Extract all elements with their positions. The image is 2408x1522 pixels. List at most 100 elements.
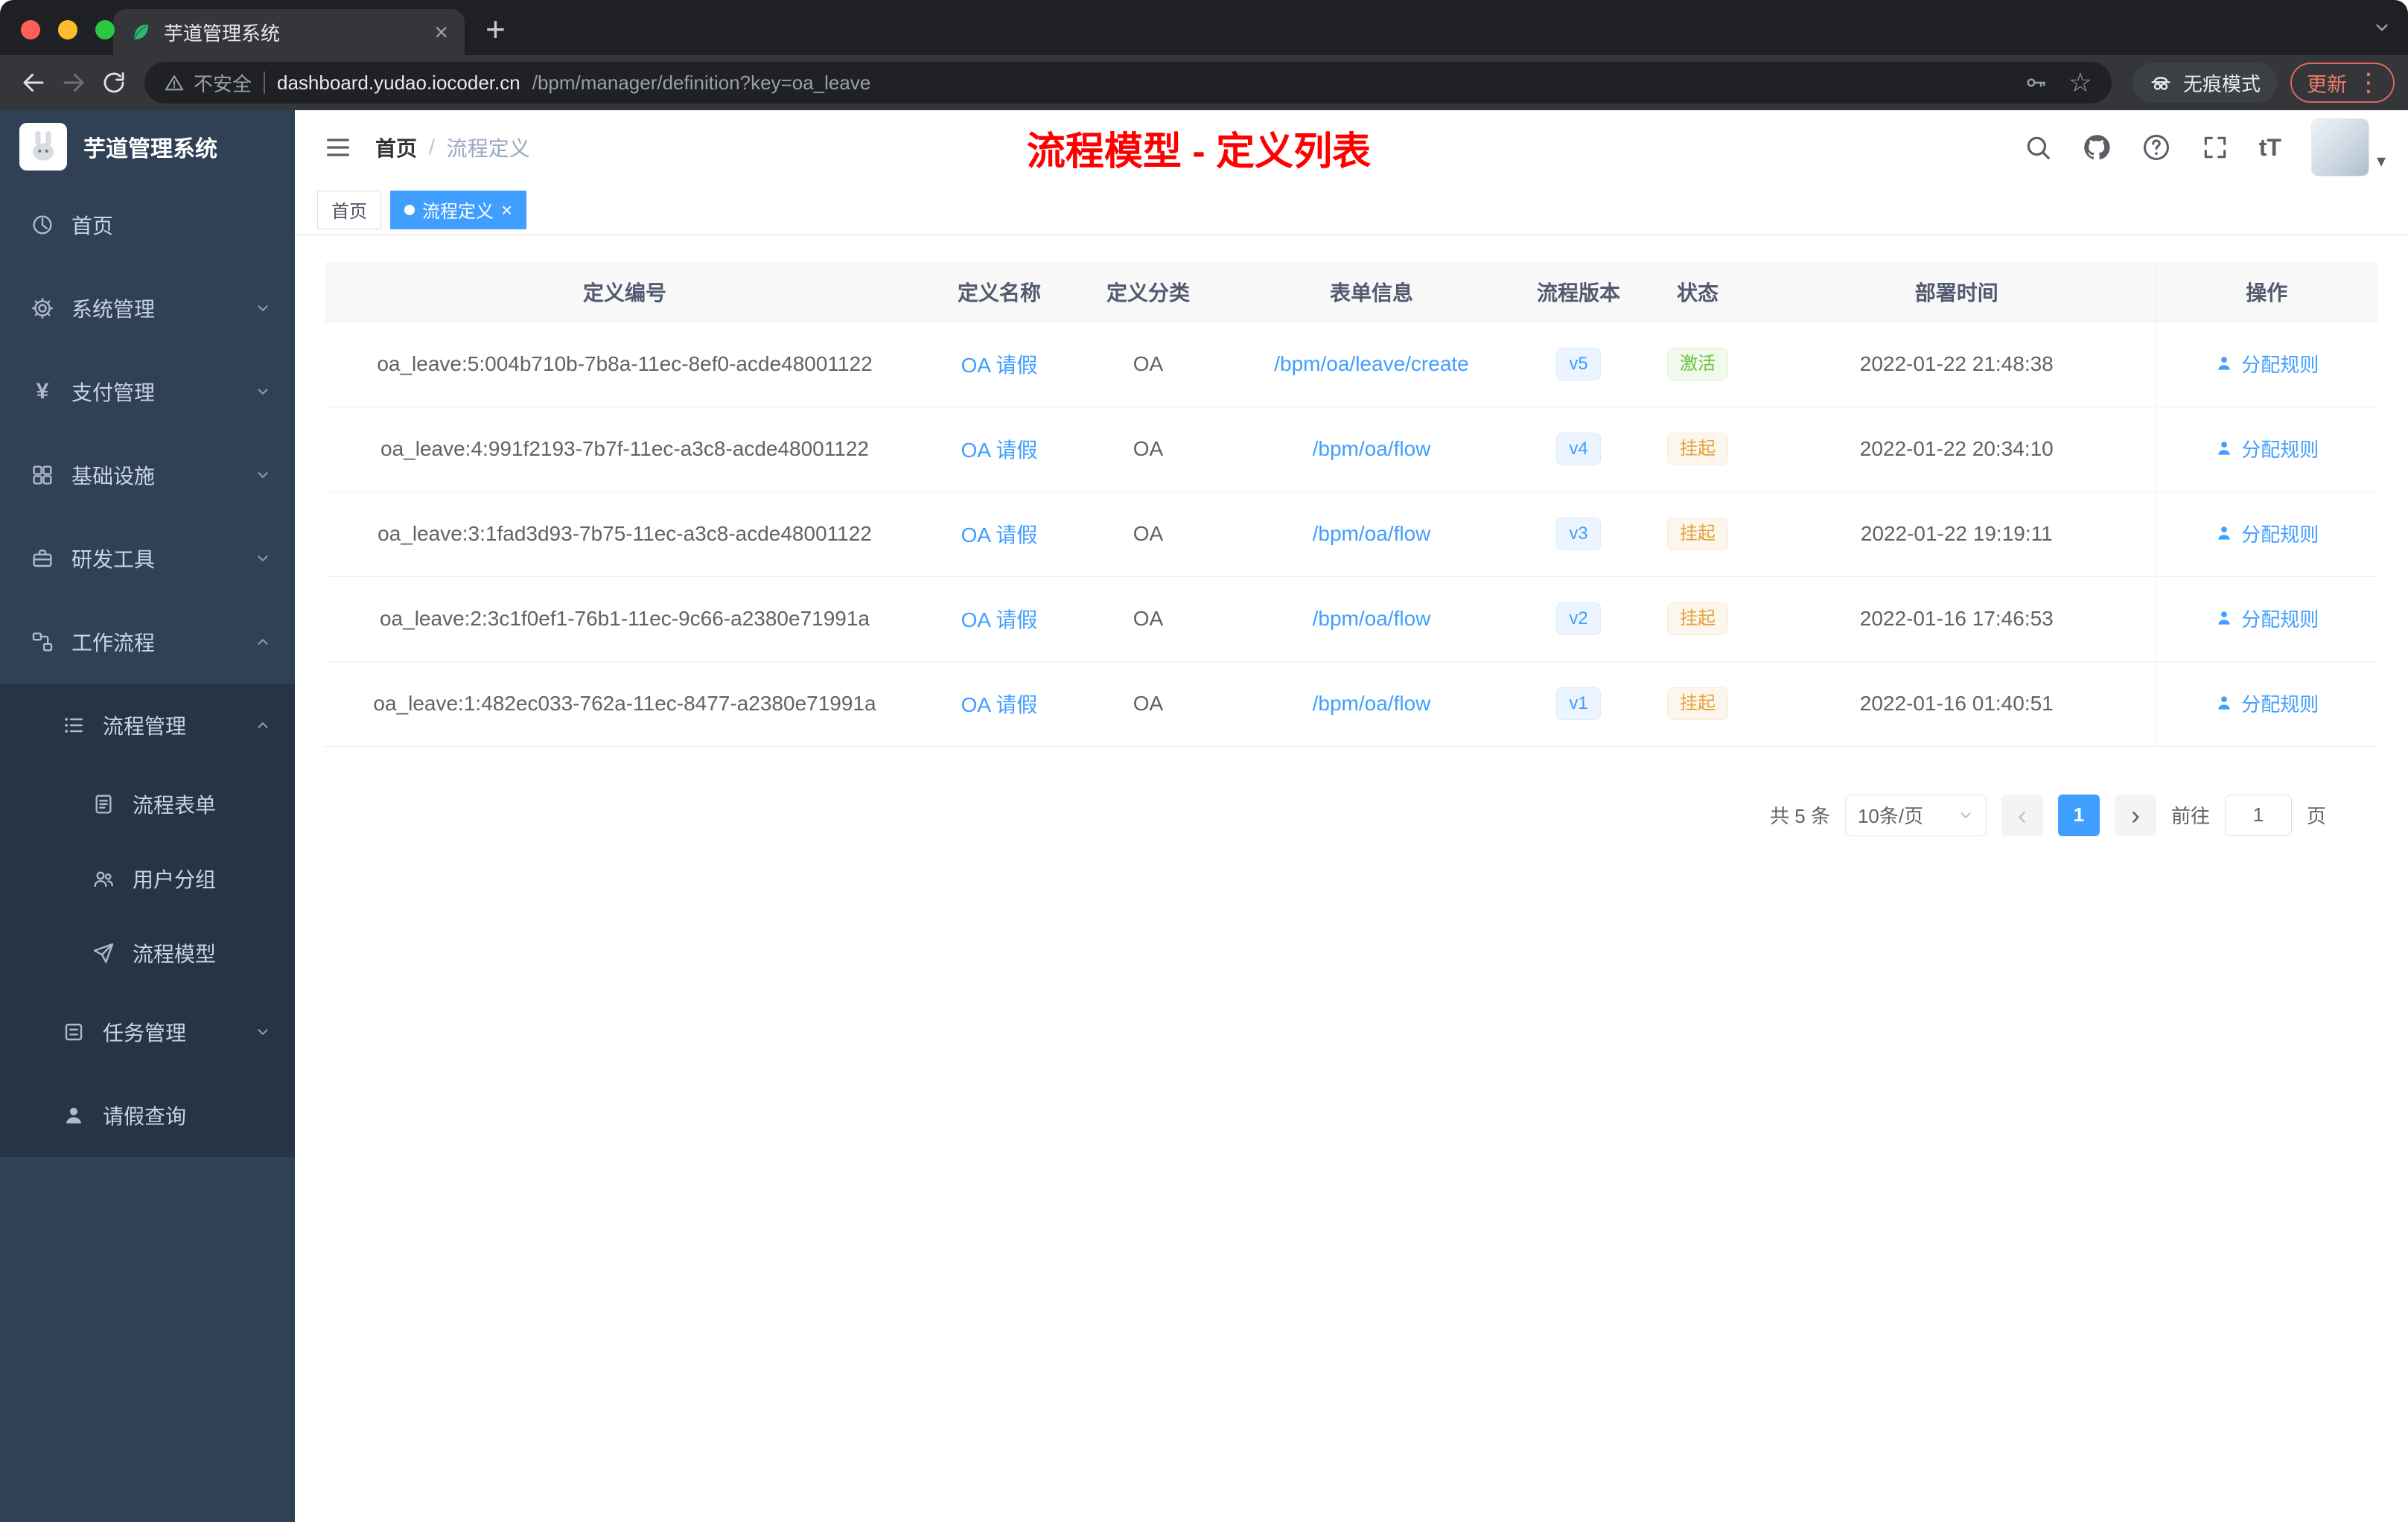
assign-rule-button[interactable]: 分配规则 [2214, 690, 2319, 717]
assign-rule-button[interactable]: 分配规则 [2214, 605, 2319, 632]
browser-toolbar: 不安全 dashboard.yudao.iocoder.cn /bpm/mana… [0, 55, 2408, 110]
sidebar-item-home[interactable]: 首页 [0, 183, 295, 267]
tab-search-chevron-icon[interactable] [2372, 18, 2392, 37]
column-header-name: 定义名称 [925, 262, 1074, 322]
assign-rule-button[interactable]: 分配规则 [2214, 435, 2319, 462]
cell-category: OA [1074, 491, 1223, 577]
chevron-up-icon [255, 717, 271, 733]
chevron-up-icon [255, 634, 271, 650]
infrastructure-icon [30, 462, 55, 488]
tab-close-icon[interactable]: × [434, 20, 448, 44]
sidebar-item-process-management[interactable]: 流程管理 [0, 684, 295, 767]
assign-rule-button[interactable]: 分配规则 [2214, 350, 2319, 378]
sidebar-logo-row[interactable]: 芋道管理系统 [0, 110, 295, 183]
tags-view: 首页 流程定义 × [295, 185, 2408, 235]
app-title: 芋道管理系统 [83, 137, 217, 162]
sidebar-item-workflow[interactable]: 工作流程 [0, 600, 295, 684]
sidebar-item-user-group[interactable]: 用户分组 [0, 841, 295, 916]
back-button[interactable] [13, 63, 54, 103]
form-link[interactable]: /bpm/oa/flow [1313, 692, 1431, 715]
page-size-select[interactable]: 10条/页 [1844, 794, 1987, 836]
goto-page-input[interactable] [2224, 794, 2292, 836]
chevron-down-icon [255, 300, 271, 316]
column-header-status: 状态 [1637, 262, 1759, 322]
incognito-label: 无痕模式 [2182, 72, 2261, 95]
sidebar-item-dev-tools[interactable]: 研发工具 [0, 517, 295, 600]
tab-favicon-icon [130, 21, 152, 43]
sidebar-item-process-form[interactable]: 流程表单 [0, 767, 295, 841]
address-bar[interactable]: 不安全 dashboard.yudao.iocoder.cn /bpm/mana… [144, 62, 2112, 104]
tag-process-definition[interactable]: 流程定义 × [390, 190, 527, 229]
definition-name-link[interactable]: OA 请假 [961, 693, 1038, 716]
version-badge: v3 [1556, 517, 1601, 551]
content-area: 定义编号 定义名称 定义分类 表单信息 流程版本 状态 部署时间 操作 oa_l… [295, 235, 2408, 1522]
caret-down-icon: ▾ [2376, 151, 2386, 171]
github-icon[interactable] [2082, 133, 2112, 162]
tag-label: 首页 [331, 202, 367, 222]
next-page-button[interactable]: › [2114, 794, 2156, 836]
tag-home[interactable]: 首页 [317, 190, 381, 229]
sidebar-item-payment[interactable]: ¥ 支付管理 [0, 350, 295, 433]
definition-name-link[interactable]: OA 请假 [961, 608, 1038, 631]
table-row: oa_leave:5:004b710b-7b8a-11ec-8ef0-acde4… [325, 322, 2378, 407]
reload-button[interactable] [94, 63, 134, 103]
table-row: oa_leave:4:991f2193-7b7f-11ec-a3c8-acde4… [325, 407, 2378, 492]
current-page-button[interactable]: 1 [2057, 794, 2100, 836]
sidebar-item-label: 任务管理 [103, 1022, 187, 1045]
maximize-window-button[interactable] [95, 20, 115, 39]
minimize-window-button[interactable] [58, 20, 77, 39]
bookmark-star-icon[interactable]: ☆ [2068, 69, 2092, 96]
assign-rule-label: 分配规则 [2241, 438, 2319, 461]
dashboard-icon [30, 212, 55, 238]
user-group-icon [91, 866, 116, 891]
definition-name-link[interactable]: OA 请假 [961, 354, 1038, 377]
browser-update-button[interactable]: 更新 ⋮ [2290, 63, 2395, 103]
page-unit-label: 页 [2306, 805, 2326, 827]
new-tab-button[interactable]: + [485, 12, 506, 46]
sidebar-item-process-model[interactable]: 流程模型 [0, 916, 295, 990]
security-chip[interactable]: 不安全 [164, 69, 252, 97]
cell-category: OA [1074, 407, 1223, 492]
sidebar-item-leave-query[interactable]: 请假查询 [0, 1074, 295, 1157]
sidebar-item-label: 流程管理 [103, 715, 187, 738]
forward-button[interactable] [54, 63, 94, 103]
sidebar-menu: 首页 系统管理 ¥ 支付管理 基础设施 研发工具 工作流程 流程管理 流程表单 … [0, 183, 295, 1157]
definition-name-link[interactable]: OA 请假 [961, 439, 1038, 462]
tab-title: 芋道管理系统 [164, 22, 281, 45]
sidebar-item-infrastructure[interactable]: 基础设施 [0, 433, 295, 517]
sidebar-item-system[interactable]: 系统管理 [0, 267, 295, 350]
form-link[interactable]: /bpm/oa/flow [1313, 437, 1431, 460]
breadcrumb-current: 流程定义 [446, 137, 530, 160]
form-link[interactable]: /bpm/oa/flow [1313, 522, 1431, 545]
person-icon [61, 1103, 86, 1128]
sidebar-item-task-management[interactable]: 任务管理 [0, 990, 295, 1074]
pagination-total: 共 5 条 [1770, 805, 1830, 827]
password-key-icon[interactable] [2024, 71, 2048, 95]
browser-menu-icon[interactable]: ⋮ [2356, 70, 2381, 95]
url-path: /bpm/manager/definition?key=oa_leave [532, 71, 871, 94]
breadcrumb-home-link[interactable]: 首页 [375, 133, 417, 162]
column-header-deploy-time: 部署时间 [1759, 262, 2155, 322]
search-icon[interactable] [2024, 133, 2052, 162]
assign-rule-label: 分配规则 [2241, 523, 2319, 546]
fullscreen-icon[interactable] [2201, 133, 2229, 162]
gear-icon [30, 296, 55, 321]
hamburger-icon[interactable] [317, 127, 359, 168]
user-menu[interactable]: ▾ [2310, 118, 2386, 176]
form-link[interactable]: /bpm/oa/flow [1313, 607, 1431, 630]
version-badge: v5 [1556, 347, 1601, 381]
previous-page-button[interactable]: ‹ [2001, 794, 2043, 836]
assign-rule-button[interactable]: 分配规则 [2214, 520, 2319, 547]
workflow-submenu: 流程管理 流程表单 用户分组 流程模型 任务管理 请假查询 [0, 684, 295, 1157]
avatar[interactable] [2310, 118, 2369, 176]
definition-name-link[interactable]: OA 请假 [961, 523, 1038, 547]
form-link[interactable]: /bpm/oa/leave/create [1274, 352, 1469, 375]
browser-tab[interactable]: 芋道管理系统 × [113, 9, 465, 55]
help-icon[interactable] [2141, 133, 2171, 162]
close-window-button[interactable] [21, 20, 40, 39]
tag-close-icon[interactable]: × [501, 200, 512, 220]
version-badge: v2 [1556, 602, 1601, 636]
font-size-icon[interactable]: tT [2259, 134, 2281, 162]
column-header-form: 表单信息 [1223, 262, 1520, 322]
workflow-icon [30, 629, 55, 655]
